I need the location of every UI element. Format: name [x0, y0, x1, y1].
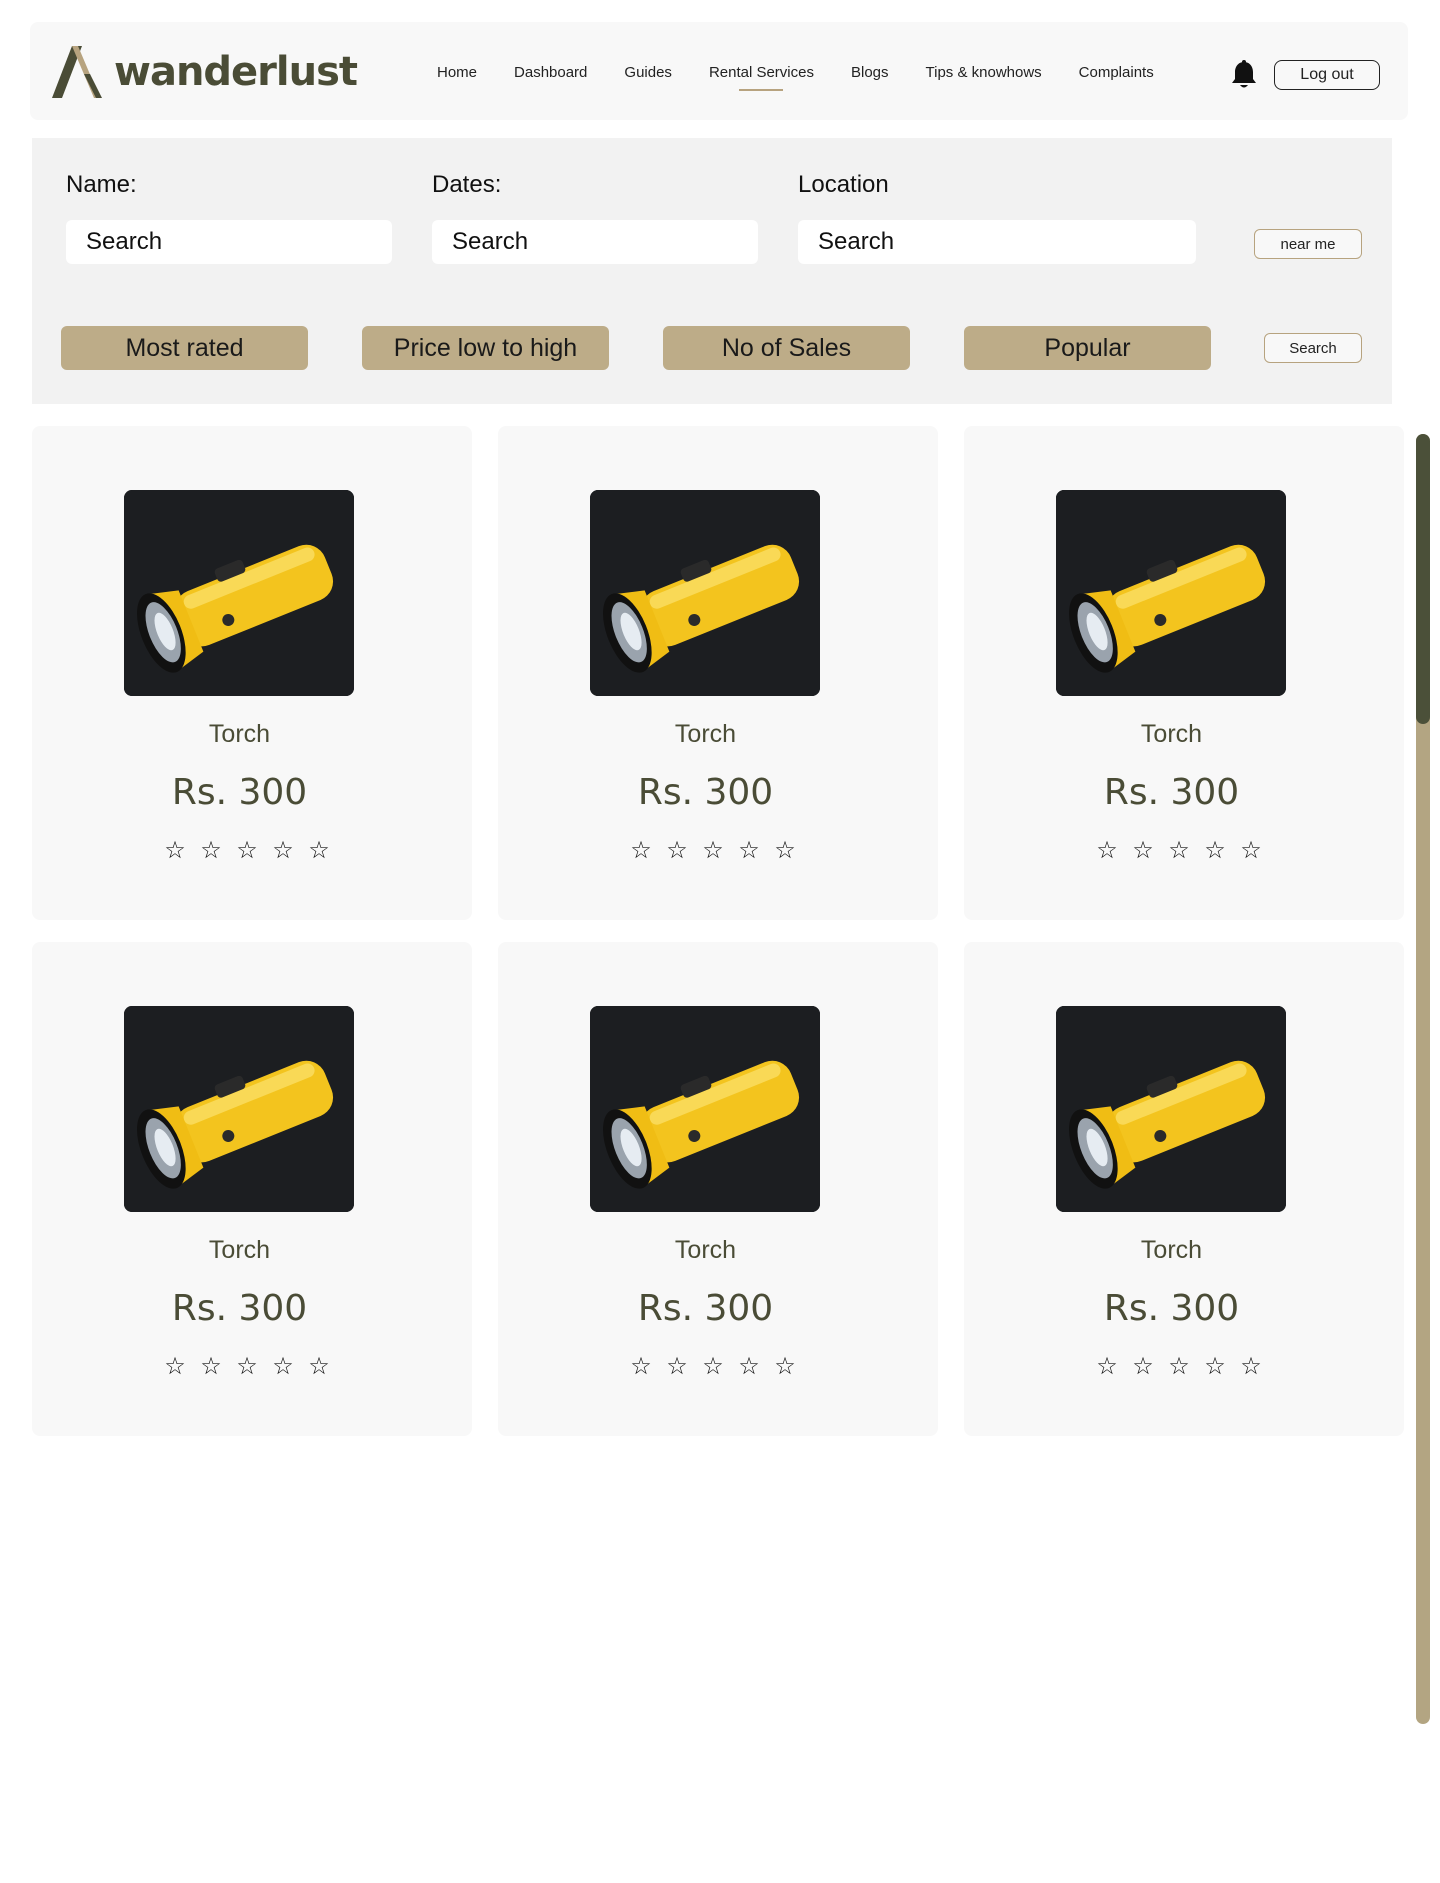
product-card[interactable]: Torch Rs. 300 ☆ ☆ ☆ ☆ ☆ [32, 942, 472, 1436]
top-header: wanderlust Home Dashboard Guides Rental … [30, 22, 1408, 120]
product-grid: Torch Rs. 300 ☆ ☆ ☆ ☆ ☆ Torch Rs. 300 ☆ ☆ ☆ ☆ [32, 426, 1404, 1436]
rating-stars: ☆ ☆ ☆ ☆ ☆ [157, 1352, 337, 1380]
product-image [590, 1006, 820, 1212]
name-field-group: Name: [66, 170, 392, 264]
star-icon[interactable]: ☆ [229, 836, 265, 864]
product-image [124, 490, 354, 696]
star-icon[interactable]: ☆ [301, 836, 337, 864]
star-icon[interactable]: ☆ [301, 1352, 337, 1380]
brand-name: wanderlust [114, 49, 358, 95]
product-card[interactable]: Torch Rs. 300 ☆ ☆ ☆ ☆ ☆ [498, 426, 938, 920]
nav-guides[interactable]: Guides [624, 64, 672, 81]
rating-stars: ☆ ☆ ☆ ☆ ☆ [623, 1352, 803, 1380]
name-search-input[interactable] [66, 220, 392, 264]
scrollbar-thumb[interactable] [1416, 434, 1430, 724]
nav-rental-services[interactable]: Rental Services [709, 64, 814, 81]
product-name: Torch [674, 720, 737, 748]
star-icon[interactable]: ☆ [229, 1352, 265, 1380]
star-icon[interactable]: ☆ [1089, 1352, 1125, 1380]
star-icon[interactable]: ☆ [265, 836, 301, 864]
dates-field-group: Dates: [432, 170, 758, 264]
product-name: Torch [674, 1236, 737, 1264]
star-icon[interactable]: ☆ [1233, 1352, 1269, 1380]
dates-label: Dates: [432, 171, 502, 198]
brand-logo[interactable]: wanderlust [50, 44, 358, 100]
flashlight-image [590, 1006, 820, 1212]
flashlight-image [590, 490, 820, 696]
rating-stars: ☆ ☆ ☆ ☆ ☆ [157, 836, 337, 864]
star-icon[interactable]: ☆ [767, 836, 803, 864]
product-card[interactable]: Torch Rs. 300 ☆ ☆ ☆ ☆ ☆ [32, 426, 472, 920]
rating-stars: ☆ ☆ ☆ ☆ ☆ [623, 836, 803, 864]
product-image [1056, 490, 1286, 696]
star-icon[interactable]: ☆ [1089, 836, 1125, 864]
nav-dashboard[interactable]: Dashboard [514, 64, 587, 81]
star-icon[interactable]: ☆ [1197, 1352, 1233, 1380]
product-price: Rs. 300 [637, 772, 774, 813]
sort-price-low-high-button[interactable]: Price low to high [362, 326, 609, 370]
flashlight-image [1056, 1006, 1286, 1212]
product-name: Torch [1140, 720, 1203, 748]
star-icon[interactable]: ☆ [623, 836, 659, 864]
star-icon[interactable]: ☆ [193, 1352, 229, 1380]
product-card[interactable]: Torch Rs. 300 ☆ ☆ ☆ ☆ ☆ [498, 942, 938, 1436]
product-price: Rs. 300 [1103, 772, 1240, 813]
nav-complaints[interactable]: Complaints [1079, 64, 1154, 81]
sort-popular-button[interactable]: Popular [964, 326, 1211, 370]
name-label: Name: [66, 171, 137, 198]
search-button[interactable]: Search [1264, 333, 1362, 363]
sort-most-rated-button[interactable]: Most rated [61, 326, 308, 370]
vertical-scrollbar[interactable] [1416, 434, 1430, 1724]
flashlight-image [1056, 490, 1286, 696]
product-card[interactable]: Torch Rs. 300 ☆ ☆ ☆ ☆ ☆ [964, 426, 1404, 920]
star-icon[interactable]: ☆ [1161, 836, 1197, 864]
filter-panel: Name: Dates: Location near me Most rated… [32, 138, 1392, 404]
location-search-input[interactable] [798, 220, 1196, 264]
product-price: Rs. 300 [1103, 1288, 1240, 1329]
product-name: Torch [1140, 1236, 1203, 1264]
star-icon[interactable]: ☆ [1197, 836, 1233, 864]
logout-button[interactable]: Log out [1274, 60, 1380, 90]
dates-search-input[interactable] [432, 220, 758, 264]
product-card[interactable]: Torch Rs. 300 ☆ ☆ ☆ ☆ ☆ [964, 942, 1404, 1436]
product-image [1056, 1006, 1286, 1212]
star-icon[interactable]: ☆ [659, 836, 695, 864]
rating-stars: ☆ ☆ ☆ ☆ ☆ [1089, 1352, 1269, 1380]
main-nav: Home Dashboard Guides Rental Services Bl… [437, 64, 1191, 81]
bell-icon[interactable] [1230, 60, 1258, 90]
product-price: Rs. 300 [637, 1288, 774, 1329]
star-icon[interactable]: ☆ [731, 836, 767, 864]
star-icon[interactable]: ☆ [1233, 836, 1269, 864]
near-me-button[interactable]: near me [1254, 229, 1362, 259]
product-name: Torch [208, 1236, 271, 1264]
location-label: Location [798, 171, 889, 198]
star-icon[interactable]: ☆ [731, 1352, 767, 1380]
star-icon[interactable]: ☆ [1161, 1352, 1197, 1380]
product-image [124, 1006, 354, 1212]
star-icon[interactable]: ☆ [157, 1352, 193, 1380]
nav-blogs[interactable]: Blogs [851, 64, 889, 81]
star-icon[interactable]: ☆ [623, 1352, 659, 1380]
sort-no-of-sales-button[interactable]: No of Sales [663, 326, 910, 370]
product-name: Torch [208, 720, 271, 748]
product-image [590, 490, 820, 696]
star-icon[interactable]: ☆ [659, 1352, 695, 1380]
star-icon[interactable]: ☆ [767, 1352, 803, 1380]
flashlight-image [124, 490, 354, 696]
star-icon[interactable]: ☆ [193, 836, 229, 864]
star-icon[interactable]: ☆ [695, 836, 731, 864]
star-icon[interactable]: ☆ [695, 1352, 731, 1380]
flashlight-image [124, 1006, 354, 1212]
star-icon[interactable]: ☆ [1125, 836, 1161, 864]
product-price: Rs. 300 [171, 772, 308, 813]
star-icon[interactable]: ☆ [1125, 1352, 1161, 1380]
product-price: Rs. 300 [171, 1288, 308, 1329]
wanderlust-logo-icon [52, 46, 102, 98]
nav-tips[interactable]: Tips & knowhows [926, 64, 1042, 81]
nav-home[interactable]: Home [437, 64, 477, 81]
location-field-group: Location [798, 170, 1196, 264]
rating-stars: ☆ ☆ ☆ ☆ ☆ [1089, 836, 1269, 864]
star-icon[interactable]: ☆ [157, 836, 193, 864]
star-icon[interactable]: ☆ [265, 1352, 301, 1380]
